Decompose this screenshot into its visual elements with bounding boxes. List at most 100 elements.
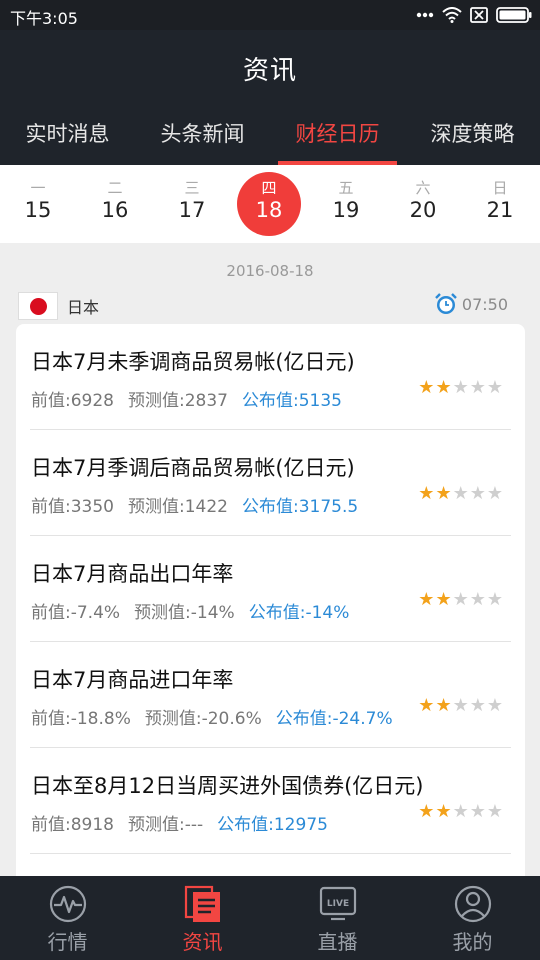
star-filled-icon: ★ [418, 695, 435, 716]
day-mon[interactable]: 一 15 [0, 165, 76, 243]
news-document-icon [184, 885, 220, 922]
day-sun[interactable]: 日 21 [462, 165, 538, 243]
nav-label: 直播 [317, 930, 358, 954]
alarm-clock-icon [435, 293, 457, 314]
weekday-label: 六 [415, 179, 431, 197]
japan-flag-icon [18, 292, 58, 320]
economic-events-card: 日本7月未季调商品贸易帐(亿日元) 前值:6928 预测值:2837 公布值:513… [16, 324, 525, 884]
country-header: 日本 [18, 292, 99, 320]
user-profile-icon [454, 885, 491, 923]
star-empty-icon: ★ [486, 483, 503, 504]
date-number: 16 [101, 198, 129, 222]
event-title: 日本7月季调后商品贸易帐(亿日元) [31, 456, 355, 480]
star-empty-icon: ★ [486, 377, 503, 398]
status-time: 下午3:05 [10, 9, 78, 28]
forecast-value: 预测值:1422 [128, 497, 228, 517]
event-item[interactable]: 日本至8月12日当周买进外国债券(亿日元) 前值:8918 预测值:--- 公布值:… [16, 748, 525, 854]
importance-stars: ★ ★ ★ ★ ★ [418, 803, 503, 821]
live-tv-icon: LIVE [319, 886, 356, 921]
star-empty-icon: ★ [469, 377, 486, 398]
date-number: 17 [178, 198, 206, 222]
nav-market[interactable]: 行情 [0, 876, 135, 960]
event-item[interactable]: 日本7月商品出口年率 前值:-7.4% 预测值:-14% 公布值:-14% ★ ★ ★ ★… [16, 536, 525, 642]
tab-headlines[interactable]: 头条新闻 [135, 106, 270, 165]
release-time-text: 07:50 [461, 294, 508, 314]
star-empty-icon: ★ [452, 483, 469, 504]
event-title: 日本7月未季调商品贸易帐(亿日元) [31, 350, 355, 374]
tab-in-depth-strategy[interactable]: 深度策略 [405, 106, 540, 165]
weekday-label: 二 [107, 179, 123, 197]
event-item[interactable]: 日本7月季调后商品贸易帐(亿日元) 前值:3350 预测值:1422 公布值:317… [16, 430, 525, 536]
event-item[interactable]: 日本7月商品进口年率 前值:-18.8% 预测值:-20.6% 公布值:-24.7%… [16, 642, 525, 748]
star-filled-icon: ★ [418, 377, 435, 398]
event-title: 日本7月商品出口年率 [31, 562, 234, 586]
importance-stars: ★ ★ ★ ★ ★ [418, 591, 503, 609]
star-empty-icon: ★ [452, 589, 469, 610]
star-filled-icon: ★ [418, 483, 435, 504]
star-empty-icon: ★ [469, 801, 486, 822]
pulse-chart-icon [49, 885, 86, 923]
selected-date-label: 2016-08-18 [226, 262, 314, 280]
star-empty-icon: ★ [469, 589, 486, 610]
nav-label: 我的 [452, 930, 493, 954]
importance-stars: ★ ★ ★ ★ ★ [418, 697, 503, 715]
star-filled-icon: ★ [435, 377, 452, 398]
star-filled-icon: ★ [435, 695, 452, 716]
svg-text:LIVE: LIVE [326, 899, 348, 909]
status-bar: 下午3:05 [0, 0, 540, 30]
day-fri[interactable]: 五 19 [308, 165, 384, 243]
nav-label: 资讯 [182, 930, 223, 954]
day-thu-selected[interactable]: 四 18 [231, 165, 307, 243]
star-empty-icon: ★ [452, 801, 469, 822]
day-wed[interactable]: 三 17 [154, 165, 230, 243]
weekday-label: 日 [492, 179, 508, 197]
dots-icon [416, 12, 434, 18]
weekday-label: 一 [30, 179, 46, 197]
release-time: 07:50 [434, 292, 508, 316]
star-empty-icon: ★ [452, 377, 469, 398]
date-number: 20 [409, 198, 437, 222]
date-number: 18 [255, 198, 283, 222]
importance-stars: ★ ★ ★ ★ ★ [418, 379, 503, 397]
weekday-label: 四 [261, 179, 277, 197]
star-empty-icon: ★ [469, 483, 486, 504]
wifi-icon [442, 7, 462, 23]
previous-value: 前值:6928 [31, 391, 114, 411]
forecast-value: 预测值:-20.6% [144, 709, 262, 729]
status-icons [416, 5, 532, 25]
nav-profile[interactable]: 我的 [405, 876, 540, 960]
star-empty-icon: ★ [486, 589, 503, 610]
previous-value: 前值:3350 [31, 497, 114, 517]
weekday-label: 三 [184, 179, 200, 197]
forecast-value: 预测值:--- [128, 815, 204, 835]
nav-news[interactable]: 资讯 [135, 876, 270, 960]
actual-value: 公布值:5135 [242, 391, 342, 411]
previous-value: 前值:-18.8% [31, 709, 131, 729]
day-tue[interactable]: 二 16 [77, 165, 153, 243]
week-date-strip: 一 15 二 16 三 17 四 18 五 19 六 20 日 21 [0, 165, 540, 243]
star-filled-icon: ★ [435, 483, 452, 504]
tab-realtime-news[interactable]: 实时消息 [0, 106, 135, 165]
tab-economic-calendar[interactable]: 财经日历 [270, 106, 405, 165]
event-item[interactable]: 日本7月未季调商品贸易帐(亿日元) 前值:6928 预测值:2837 公布值:513… [16, 324, 525, 430]
event-values: 前值:3350 预测值:1422 公布值:3175.5 [31, 492, 358, 517]
date-number: 15 [24, 198, 52, 222]
event-values: 前值:6928 预测值:2837 公布值:5135 [31, 386, 342, 411]
battery-icon [496, 7, 532, 23]
star-empty-icon: ★ [486, 695, 503, 716]
forecast-value: 预测值:-14% [134, 603, 235, 623]
star-filled-icon: ★ [418, 801, 435, 822]
page-title: 资讯 [242, 56, 297, 86]
day-sat[interactable]: 六 20 [385, 165, 461, 243]
previous-value: 前值:-7.4% [31, 603, 121, 623]
app-header: 资讯 [0, 30, 540, 106]
country-name: 日本 [67, 298, 100, 317]
star-filled-icon: ★ [435, 801, 452, 822]
forecast-value: 预测值:2837 [128, 391, 228, 411]
star-empty-icon: ★ [452, 695, 469, 716]
event-values: 前值:-18.8% 预测值:-20.6% 公布值:-24.7% [31, 704, 393, 729]
nav-live[interactable]: LIVE 直播 [270, 876, 405, 960]
star-filled-icon: ★ [418, 589, 435, 610]
event-title: 日本7月商品进口年率 [31, 668, 234, 692]
event-values: 前值:8918 预测值:--- 公布值:12975 [31, 810, 328, 835]
